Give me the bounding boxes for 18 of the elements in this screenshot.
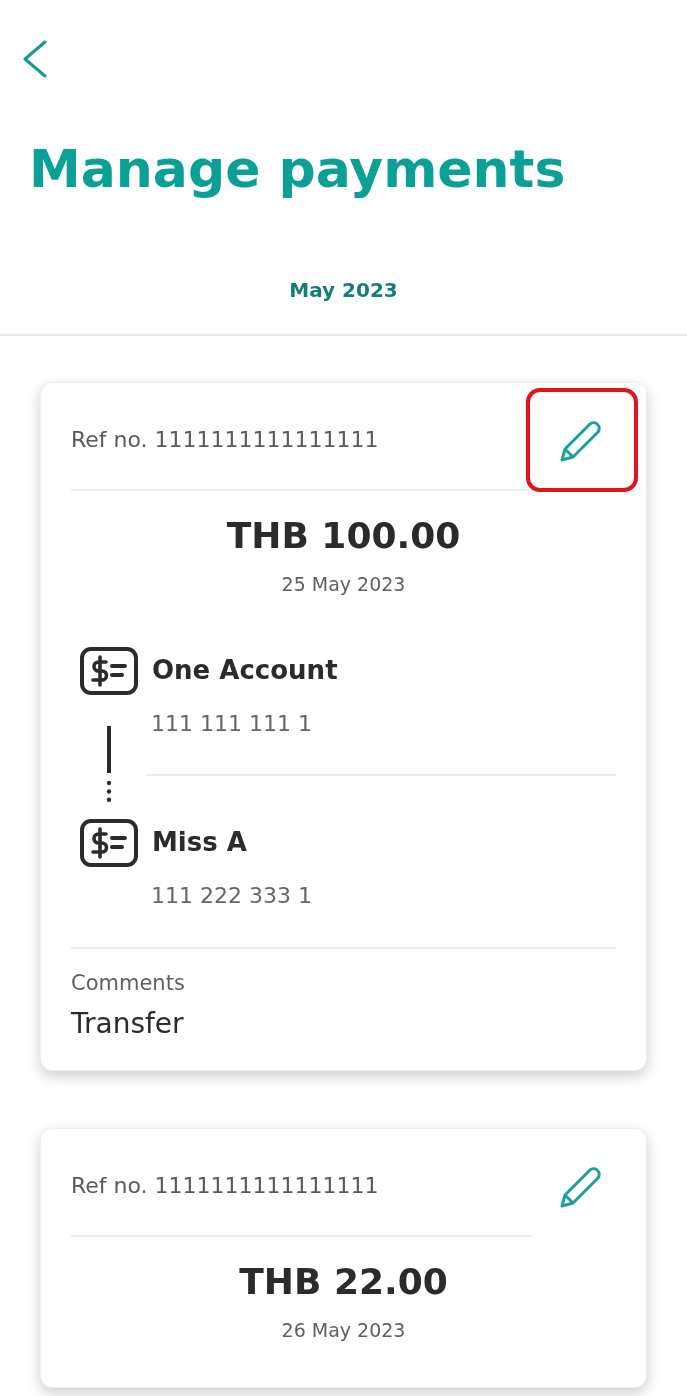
payment-amount: THB 100.00 [226, 514, 461, 558]
comments-label: Comments [71, 970, 186, 997]
edit-button[interactable] [526, 388, 638, 492]
dollar-card-icon [80, 819, 138, 867]
account-name: One Account [151, 654, 339, 687]
back-icon [22, 40, 48, 78]
account-name: Miss A [151, 826, 248, 859]
page-title: Manage payments [28, 138, 567, 200]
payment-date: 26 May 2023 [281, 1318, 406, 1343]
reference-number: Ref no. 1111111111111111 [71, 1172, 379, 1200]
account-number: 111 111 111 1 [150, 710, 313, 738]
reference-number: Ref no. 1111111111111111 [71, 426, 379, 454]
dollar-card-icon [80, 647, 138, 695]
comment-text: Transfer [71, 1006, 185, 1042]
account-number: 111 222 333 1 [150, 882, 313, 910]
payment-amount: THB 22.00 [239, 1260, 448, 1304]
month-label: May 2023 [289, 277, 398, 304]
payment-date: 25 May 2023 [281, 572, 406, 597]
